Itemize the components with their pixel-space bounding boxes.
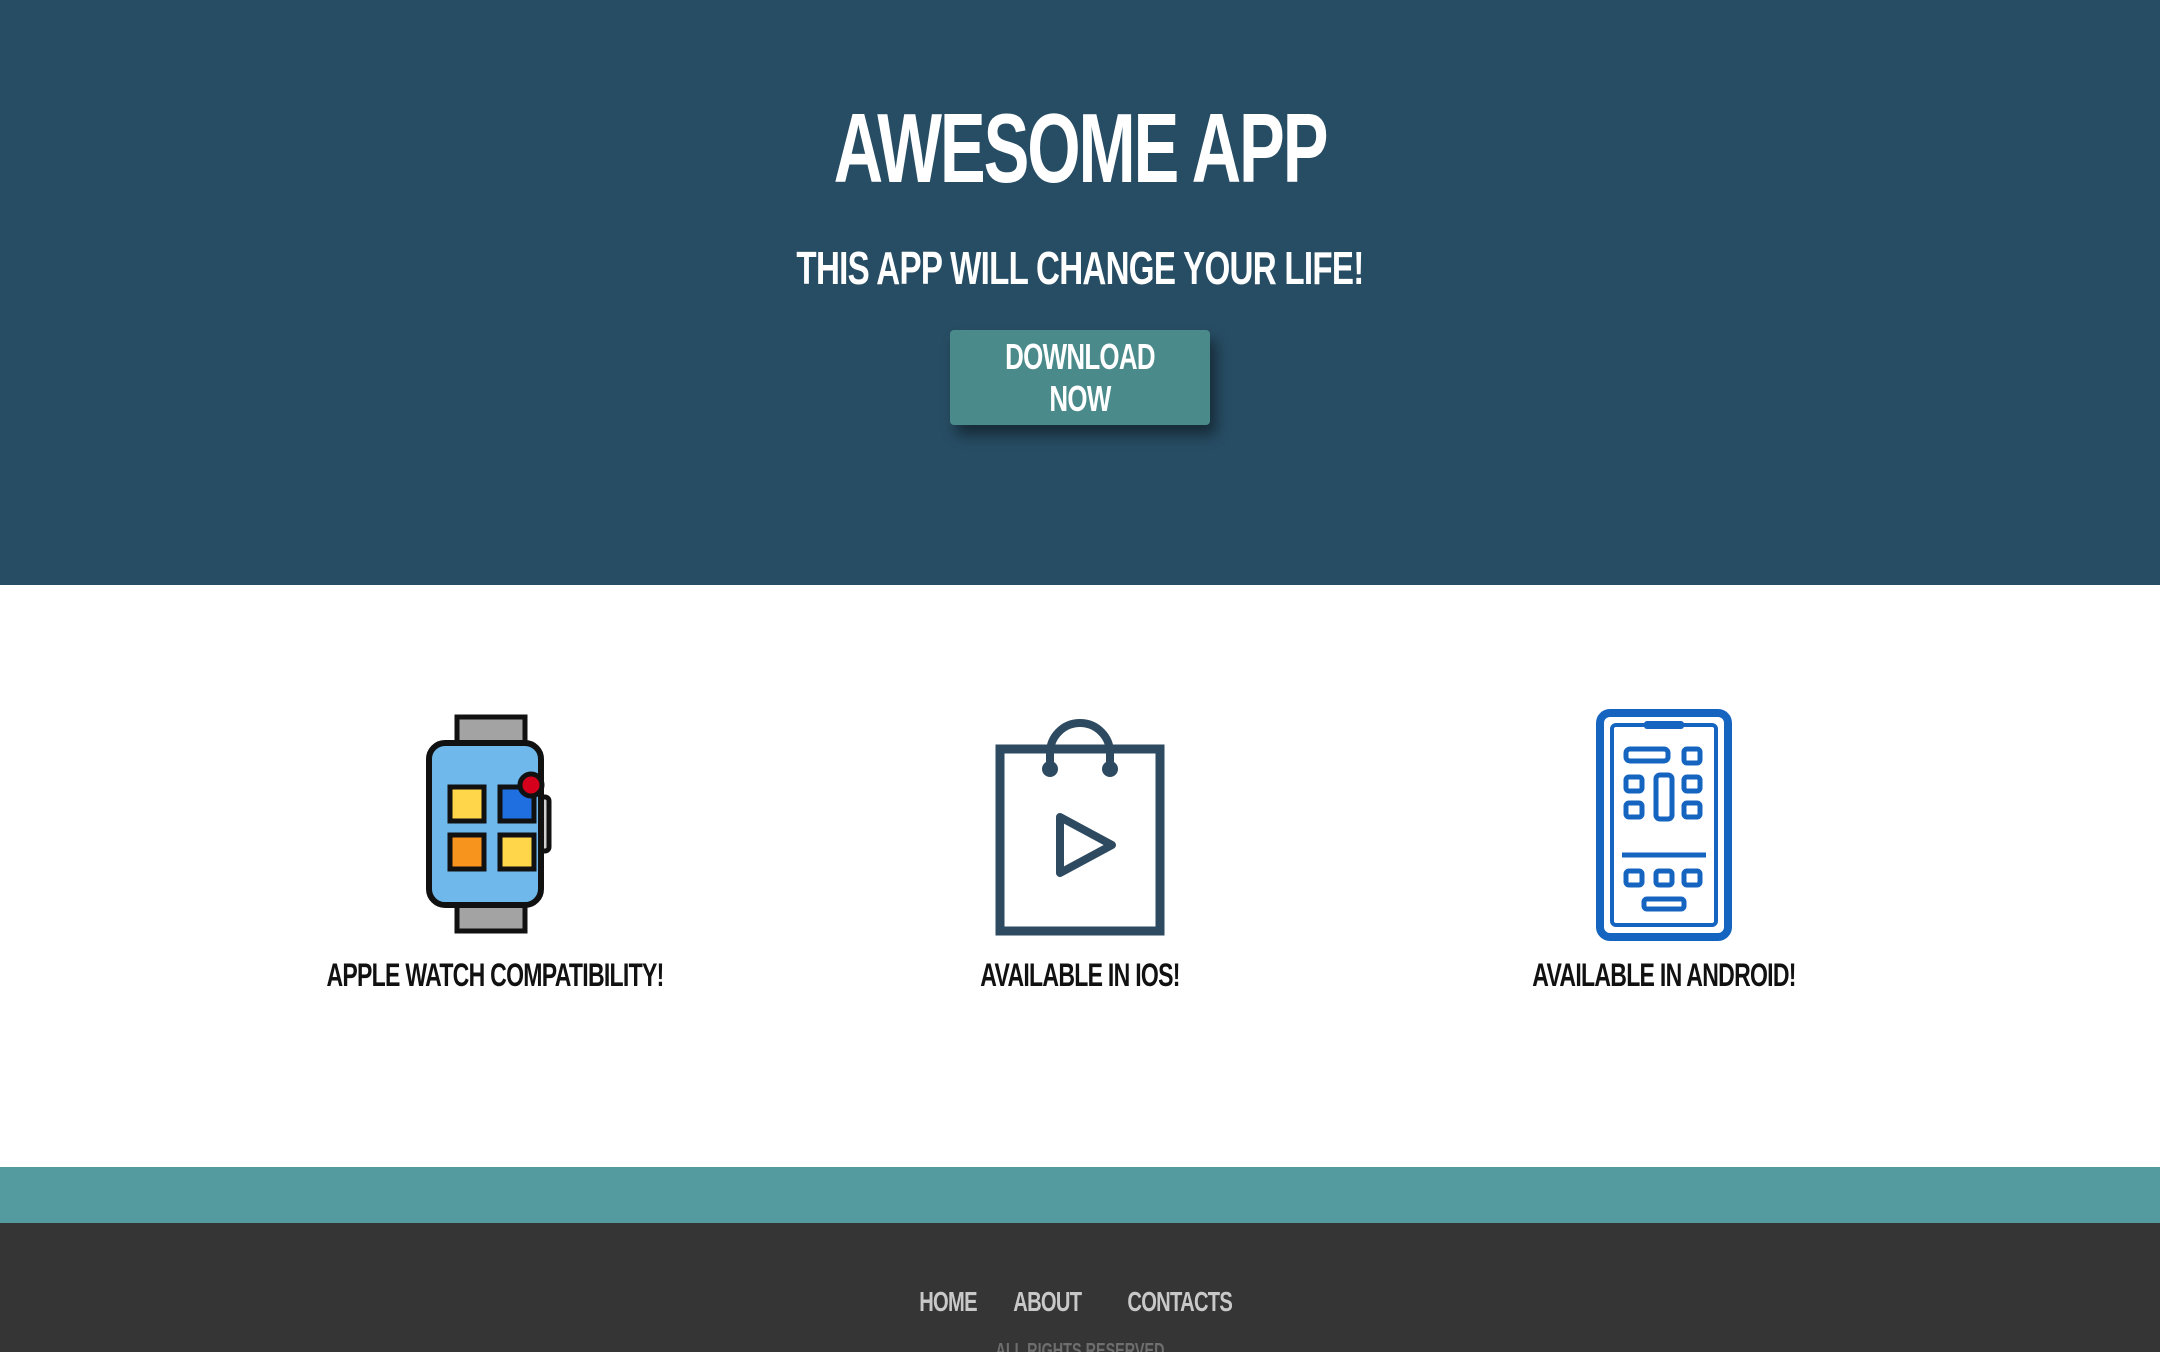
footer-link-about[interactable]: ABOUT bbox=[1013, 1285, 1082, 1319]
copyright-text: ALL RIGHTS RESERVED bbox=[995, 1340, 1165, 1352]
download-now-label: DOWNLOAD NOW bbox=[1005, 335, 1155, 419]
smartwatch-icon bbox=[426, 714, 552, 934]
feature-caption: AVAILABLE IN ANDROID! bbox=[1532, 957, 1796, 993]
feature-ios: AVAILABLE IN IOS! bbox=[830, 705, 1330, 997]
feature-apple-watch: APPLE WATCH COMPATIBILITY! bbox=[245, 705, 745, 997]
footer-link-home[interactable]: HOME bbox=[919, 1285, 977, 1319]
feature-android: AVAILABLE IN ANDROID! bbox=[1414, 705, 1914, 997]
app-title: AWESOME APP bbox=[833, 93, 1329, 203]
footer: HOME ABOUT CONTACTS ALL RIGHTS RESERVED bbox=[0, 1223, 2160, 1352]
accent-divider bbox=[0, 1167, 2160, 1223]
shopping-bag-play-icon bbox=[995, 719, 1165, 936]
footer-link-contacts[interactable]: CONTACTS bbox=[1127, 1285, 1232, 1319]
features-section: APPLE WATCH COMPATIBILITY! AVAILABLE IN … bbox=[0, 585, 2160, 1167]
feature-caption: APPLE WATCH COMPATIBILITY! bbox=[326, 957, 664, 993]
hero-tagline: THIS APP WILL CHANGE YOUR LIFE! bbox=[796, 242, 1364, 294]
hero-section: AWESOME APP THIS APP WILL CHANGE YOUR LI… bbox=[0, 0, 2160, 585]
feature-caption: AVAILABLE IN IOS! bbox=[980, 957, 1180, 993]
smartphone-icon bbox=[1596, 709, 1732, 941]
download-now-button[interactable]: DOWNLOAD NOW bbox=[950, 330, 1210, 425]
footer-nav: HOME ABOUT CONTACTS bbox=[0, 1285, 2160, 1319]
